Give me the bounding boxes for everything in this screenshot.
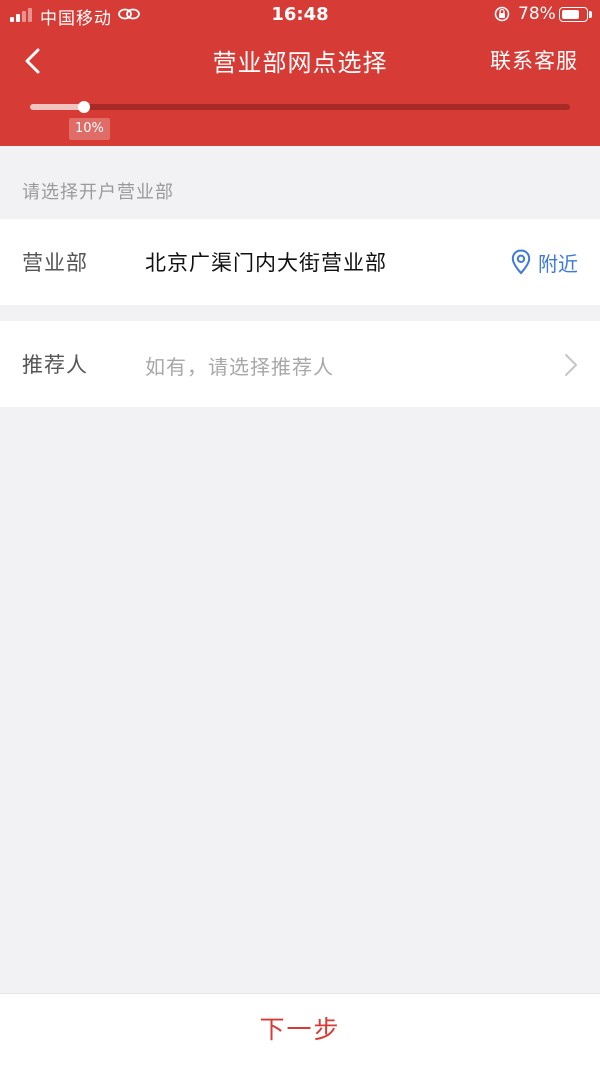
referrer-row[interactable]: 推荐人 如有，请选择推荐人	[0, 321, 600, 407]
nearby-label: 附近	[538, 251, 578, 276]
progress-fill	[30, 104, 84, 110]
referrer-placeholder: 如有，请选择推荐人	[145, 355, 334, 379]
header: 中国移动 16:48 78% 营业部网点选择 联系客服 10%	[0, 0, 600, 146]
orientation-lock-icon	[494, 6, 510, 22]
contact-support-button[interactable]: 联系客服	[490, 45, 578, 75]
progress-knob	[78, 101, 90, 113]
branch-value: 北京广渠门内大街营业部	[145, 251, 387, 275]
chevron-left-icon[interactable]	[16, 44, 50, 78]
chevron-right-icon	[565, 354, 577, 376]
status-bar: 中国移动 16:48 78%	[0, 0, 600, 30]
battery-cap	[589, 11, 592, 18]
app-screen: 中国移动 16:48 78% 营业部网点选择 联系客服 10% 请选择开户营业部…	[0, 0, 600, 1067]
referrer-label: 推荐人	[22, 353, 88, 377]
battery-percent: 78%	[518, 4, 556, 24]
battery-level	[562, 10, 579, 19]
section-hint: 请选择开户营业部	[22, 182, 174, 203]
branch-row[interactable]: 营业部 北京广渠门内大街营业部 附近	[0, 219, 600, 305]
nearby-button[interactable]: 附近	[511, 247, 578, 277]
location-pin-icon	[511, 249, 531, 275]
next-step-button[interactable]: 下一步	[0, 994, 600, 1067]
progress-label: 10%	[69, 118, 110, 140]
battery-icon	[559, 7, 588, 22]
bottom-bar: 下一步	[0, 993, 600, 1067]
status-time: 16:48	[271, 4, 329, 25]
nav-bar: 营业部网点选择 联系客服	[0, 30, 600, 90]
progress-bar	[30, 101, 570, 113]
branch-label: 营业部	[22, 251, 88, 275]
